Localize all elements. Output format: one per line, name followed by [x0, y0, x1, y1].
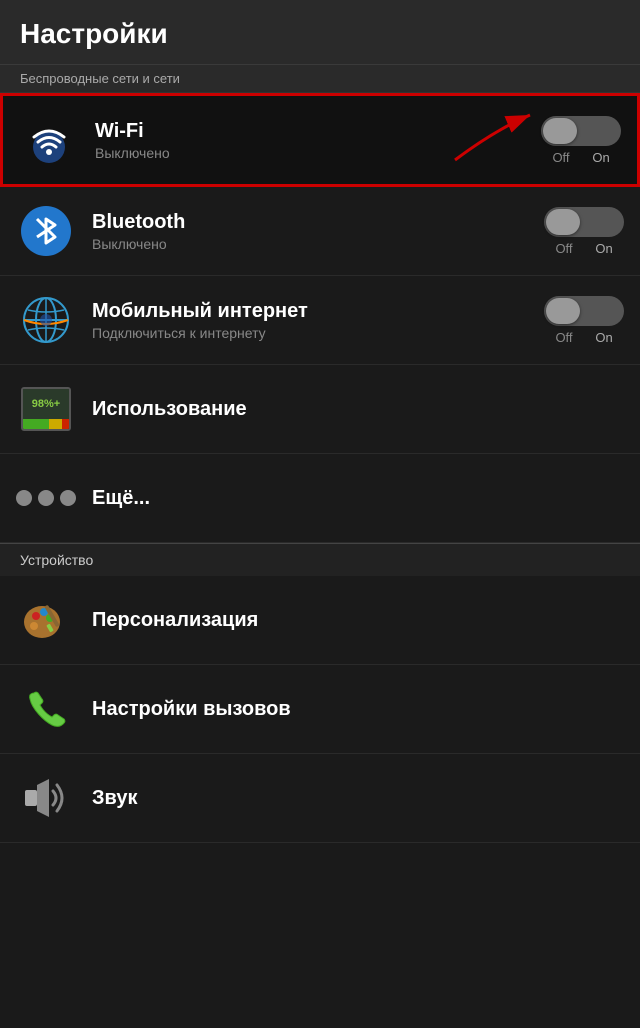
dot-3	[60, 490, 76, 506]
wireless-section-label: Беспроводные сети и сети	[0, 65, 640, 93]
wifi-setting-item[interactable]: Wi-Fi Выключено Off On	[0, 93, 640, 187]
header: Настройки	[0, 0, 640, 65]
mobile-toggle[interactable]: Off On	[544, 296, 624, 345]
page-title: Настройки	[20, 18, 620, 50]
wifi-toggle[interactable]: Off On	[541, 116, 621, 165]
sound-setting-item[interactable]: Звук	[0, 754, 640, 843]
personalization-icon	[16, 590, 76, 650]
sound-title: Звук	[92, 787, 624, 810]
more-title: Ещё...	[92, 487, 624, 510]
more-icon	[16, 468, 76, 528]
device-section-label: Устройство	[0, 543, 640, 576]
sound-text: Звук	[92, 787, 624, 810]
wifi-subtitle: Выключено	[95, 145, 531, 161]
personalization-text: Персонализация	[92, 609, 624, 632]
sound-icon	[16, 768, 76, 828]
bluetooth-toggle-switch[interactable]	[544, 207, 624, 237]
sound-icon-shape	[20, 772, 72, 824]
dot-1	[16, 490, 32, 506]
usage-text: Использование	[92, 398, 624, 421]
bluetooth-title: Bluetooth	[92, 211, 534, 234]
bluetooth-icon-shape	[21, 206, 71, 256]
wifi-text: Wi-Fi Выключено	[95, 120, 531, 161]
mobile-off-label: Off	[544, 330, 584, 345]
wifi-icon	[19, 110, 79, 170]
usage-bar-yellow	[49, 419, 62, 429]
bluetooth-off-label: Off	[544, 241, 584, 256]
mobile-internet-icon	[16, 290, 76, 350]
bluetooth-toggle-knob	[546, 209, 580, 235]
globe-icon-svg	[20, 294, 72, 346]
wifi-toggle-switch[interactable]	[541, 116, 621, 146]
mobile-toggle-switch[interactable]	[544, 296, 624, 326]
mobile-internet-text: Мобильный интернет Подключиться к интерн…	[92, 300, 534, 341]
bluetooth-on-label: On	[584, 241, 624, 256]
calls-icon	[16, 679, 76, 739]
usage-bar-green	[23, 419, 49, 429]
mobile-internet-title: Мобильный интернет	[92, 300, 534, 323]
calls-title: Настройки вызовов	[92, 698, 624, 721]
usage-icon-shape: 98%+	[21, 387, 71, 431]
wifi-toggle-knob	[543, 118, 577, 144]
mobile-internet-subtitle: Подключиться к интернету	[92, 325, 534, 341]
wifi-title: Wi-Fi	[95, 120, 531, 143]
wifi-icon-svg	[24, 115, 74, 165]
mobile-toggle-knob	[546, 298, 580, 324]
calls-setting-item[interactable]: Настройки вызовов	[0, 665, 640, 754]
usage-bar-red	[62, 419, 69, 429]
bluetooth-subtitle: Выключено	[92, 236, 534, 252]
mobile-internet-setting-item[interactable]: Мобильный интернет Подключиться к интерн…	[0, 276, 640, 365]
more-text: Ещё...	[92, 487, 624, 510]
dot-2	[38, 490, 54, 506]
usage-setting-item[interactable]: 98%+ Использование	[0, 365, 640, 454]
phone-icon-shape	[20, 683, 72, 735]
bluetooth-text: Bluetooth Выключено	[92, 211, 534, 252]
mobile-toggle-labels: Off On	[544, 330, 624, 345]
paint-palette-icon	[20, 594, 72, 646]
wifi-toggle-labels: Off On	[541, 150, 621, 165]
more-setting-item[interactable]: Ещё...	[0, 454, 640, 543]
mobile-on-label: On	[584, 330, 624, 345]
bluetooth-toggle[interactable]: Off On	[544, 207, 624, 256]
personalization-title: Персонализация	[92, 609, 624, 632]
more-dots-icon	[16, 490, 76, 506]
usage-title: Использование	[92, 398, 624, 421]
usage-icon: 98%+	[16, 379, 76, 439]
wifi-off-label: Off	[541, 150, 581, 165]
bluetooth-icon	[16, 201, 76, 261]
calls-text: Настройки вызовов	[92, 698, 624, 721]
wifi-on-label: On	[581, 150, 621, 165]
bluetooth-toggle-labels: Off On	[544, 241, 624, 256]
usage-bar-row	[23, 419, 69, 429]
usage-screen: 98%+	[23, 389, 69, 419]
personalization-setting-item[interactable]: Персонализация	[0, 576, 640, 665]
bluetooth-setting-item[interactable]: Bluetooth Выключено Off On	[0, 187, 640, 276]
